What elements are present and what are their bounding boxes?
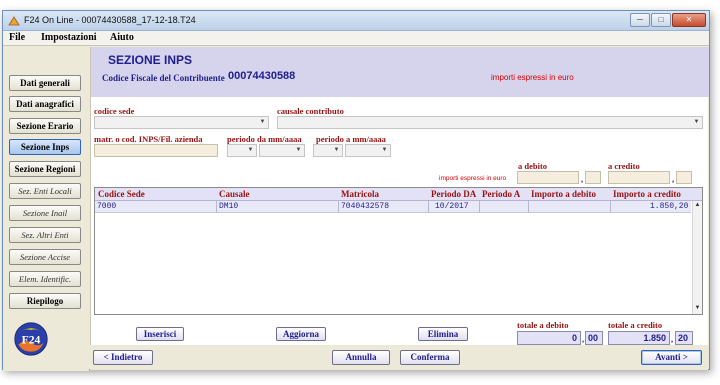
totale-credito-comma: ,: [671, 334, 674, 344]
f24-logo: F24: [14, 322, 48, 356]
app-icon: [8, 16, 20, 26]
codice-fiscale-value: 00074430588: [228, 70, 296, 82]
sidebar: Dati generali Dati anagrafici Sezione Er…: [3, 47, 89, 371]
cell-divider: [479, 201, 480, 213]
aggiorna-button[interactable]: Aggiorna: [276, 327, 326, 341]
inserisci-button[interactable]: Inserisci: [136, 327, 184, 341]
app-window: F24 On Line - 00074430588_17-12-18.T24 ─…: [2, 10, 710, 371]
matricola-label: matr. o cod. INPS/Fil. azienda: [94, 134, 203, 144]
scroll-up-icon[interactable]: ▲: [693, 201, 702, 210]
maximize-button[interactable]: □: [651, 13, 671, 27]
chevron-down-icon: ▼: [247, 147, 254, 153]
inps-panel: SEZIONE INPS Codice Fiscale del Contribu…: [90, 47, 709, 345]
menu-impostazioni[interactable]: Impostazioni: [41, 32, 97, 43]
sidebar-item-sezione-erario[interactable]: Sezione Erario: [9, 118, 81, 134]
sidebar-item-dati-generali[interactable]: Dati generali: [9, 75, 81, 91]
cell-codice-sede: 7000: [97, 202, 117, 211]
totale-debito-comma: ,: [582, 334, 585, 344]
section-header: SEZIONE INPS Codice Fiscale del Contribu…: [91, 47, 709, 97]
table-header: Codice Sede Causale Matricola Periodo DA…: [95, 188, 702, 201]
sidebar-item-elem-identific[interactable]: Elem. Identific.: [9, 271, 81, 287]
annulla-button[interactable]: Annulla: [332, 350, 390, 365]
close-button[interactable]: ✕: [672, 13, 706, 27]
codice-fiscale-label: Codice Fiscale del Contribuente: [102, 73, 225, 83]
totale-credito-label: totale a credito: [608, 320, 663, 330]
cell-divider: [428, 201, 429, 213]
contributions-table: Codice Sede Causale Matricola Periodo DA…: [94, 187, 703, 315]
table-row[interactable]: 7000 DM10 7040432578 10/2017 1.850,20: [95, 201, 691, 213]
col-periodo-a: Periodo A: [482, 189, 521, 199]
sidebar-item-dati-anagrafici[interactable]: Dati anagrafici: [9, 96, 81, 112]
title-bar[interactable]: F24 On Line - 00074430588_17-12-18.T24 ─…: [3, 11, 709, 31]
credito-comma: ,: [672, 174, 675, 184]
a-debito-dec-input[interactable]: [585, 171, 601, 184]
debito-comma: ,: [581, 174, 584, 184]
footer-bar: < Indietro Annulla Conferma Avanti >: [90, 345, 708, 370]
codice-sede-label: codice sede: [94, 106, 135, 116]
totale-debito-label: totale a debito: [517, 320, 569, 330]
table-scrollbar[interactable]: ▲ ▼: [692, 201, 702, 314]
chevron-down-icon: ▼: [693, 119, 700, 125]
col-matricola: Matricola: [341, 189, 379, 199]
sidebar-item-sezione-accise[interactable]: Sezione Accise: [9, 249, 81, 265]
col-periodo-da: Periodo DA: [431, 189, 477, 199]
cell-divider: [216, 201, 217, 213]
menu-aiuto[interactable]: Aiuto: [110, 32, 134, 43]
logo-text: F24: [22, 334, 41, 347]
sidebar-item-enti-locali[interactable]: Sez. Enti Locali: [9, 183, 81, 199]
periodo-da-month[interactable]: ▼: [227, 144, 257, 157]
window-title: F24 On Line - 00074430588_17-12-18.T24: [24, 15, 196, 25]
totale-debito-dec: 00: [585, 331, 603, 345]
section-title: SEZIONE INPS: [108, 53, 193, 67]
cell-divider: [528, 201, 529, 213]
chevron-down-icon: ▼: [295, 147, 302, 153]
cell-periodo-da: 10/2017: [435, 202, 469, 211]
periodo-a-month[interactable]: ▼: [313, 144, 343, 157]
back-button[interactable]: < Indietro: [93, 350, 153, 365]
sidebar-item-riepilogo[interactable]: Riepilogo: [9, 293, 81, 309]
cell-importo-credito: 1.850,20: [650, 202, 689, 211]
a-credito-label: a credito: [608, 161, 640, 171]
a-credito-int-input[interactable]: [608, 171, 670, 184]
col-importo-credito: Importo a credito: [613, 189, 681, 199]
euro-note: importi espressi in euro: [491, 73, 574, 82]
matricola-input[interactable]: [94, 144, 218, 157]
sidebar-item-sezione-regioni[interactable]: Sezione Regioni: [9, 161, 81, 177]
next-button[interactable]: Avanti >: [641, 350, 702, 365]
chevron-down-icon: ▼: [381, 147, 388, 153]
elimina-button[interactable]: Elimina: [418, 327, 468, 341]
causale-label: causale contributo: [277, 106, 344, 116]
periodo-da-label: periodo da mm/aaaa: [227, 134, 302, 144]
sidebar-item-altri-enti[interactable]: Sez. Altri Enti: [9, 227, 81, 243]
cell-divider: [338, 201, 339, 213]
conferma-button[interactable]: Conferma: [400, 350, 460, 365]
causale-select[interactable]: ▼: [277, 116, 703, 129]
euro-note-small: importi espressi in euro: [439, 175, 507, 182]
col-causale: Causale: [219, 189, 250, 199]
periodo-da-year[interactable]: ▼: [259, 144, 305, 157]
cell-causale: DM10: [219, 202, 239, 211]
totale-credito-dec: 20: [675, 331, 693, 345]
sidebar-item-sezione-inps[interactable]: Sezione Inps: [9, 139, 81, 155]
chevron-down-icon: ▼: [259, 119, 266, 125]
cell-divider: [610, 201, 611, 213]
minimize-button[interactable]: ─: [630, 13, 650, 27]
totale-credito-int: 1.850: [608, 331, 670, 345]
periodo-a-label: periodo a mm/aaaa: [316, 134, 386, 144]
a-credito-dec-input[interactable]: [676, 171, 692, 184]
totale-debito-int: 0: [517, 331, 581, 345]
menu-file[interactable]: File: [9, 32, 25, 43]
col-codice-sede: Codice Sede: [98, 189, 145, 199]
menu-bar: File Impostazioni Aiuto: [3, 31, 709, 46]
chevron-down-icon: ▼: [333, 147, 340, 153]
col-importo-debito: Importo a debito: [531, 189, 596, 199]
scroll-down-icon[interactable]: ▼: [693, 304, 702, 313]
periodo-a-year[interactable]: ▼: [345, 144, 391, 157]
codice-sede-select[interactable]: ▼: [94, 116, 269, 129]
cell-matricola: 7040432578: [341, 202, 390, 211]
a-debito-int-input[interactable]: [517, 171, 579, 184]
sidebar-item-sezione-inail[interactable]: Sezione Inail: [9, 205, 81, 221]
a-debito-label: a debito: [518, 161, 548, 171]
